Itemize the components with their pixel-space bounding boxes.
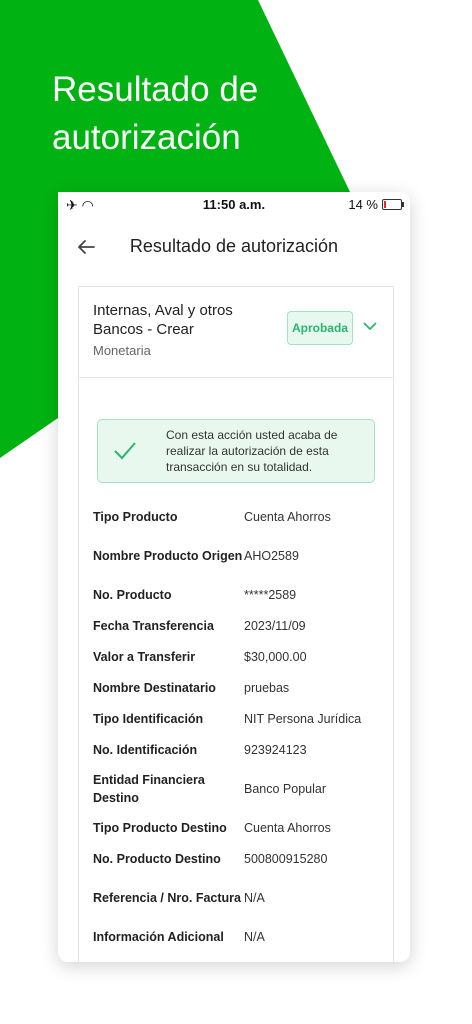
page-title: Resultado de autorización <box>129 236 339 256</box>
detail-label: Valor a Transferir <box>93 649 196 664</box>
detail-row: Referencia / Nro. Factura N/A <box>93 874 389 921</box>
phone-screen: ✈ ︎◠ 11:50 a.m. 14 % Resultado de autori… <box>58 192 410 962</box>
status-bar: ✈ ︎◠ 11:50 a.m. 14 % <box>58 192 410 218</box>
detail-value: Banco Popular <box>244 781 327 796</box>
alert-message: Con esta acción usted acaba de realizar … <box>166 428 338 474</box>
battery-icon <box>382 199 404 210</box>
detail-label: Nombre Destinatario <box>93 680 216 695</box>
success-alert: Con esta acción usted acaba de realizar … <box>97 419 375 483</box>
detail-value: Cuenta Ahorros <box>244 509 331 524</box>
battery-percent: 14 % <box>348 197 378 212</box>
detail-label: No. Producto <box>93 587 172 602</box>
detail-label: Tipo Identificación <box>93 711 204 726</box>
detail-label: Nombre Producto Origen <box>93 548 243 563</box>
detail-row: Fecha Transferencia 2023/11/09 <box>93 610 389 641</box>
battery-status: 14 % <box>348 197 404 212</box>
detail-label: No. Identificación <box>93 742 198 757</box>
detail-value: 500800915280 <box>244 851 328 866</box>
detail-value: 2023/11/09 <box>244 618 306 633</box>
detail-value: Cuenta Ahorros <box>244 820 331 835</box>
detail-row: Tipo Producto Cuenta Ahorros <box>93 501 389 532</box>
detail-row: Tipo Producto Destino Cuenta Ahorros <box>93 812 389 843</box>
detail-label: Entidad Financiera Destino <box>93 772 205 805</box>
detail-label: Referencia / Nro. Factura <box>93 890 241 905</box>
detail-row: No. Producto Destino 500800915280 <box>93 843 389 874</box>
chevron-down-icon[interactable] <box>361 317 379 335</box>
detail-row: Tipo Identificación NIT Persona Jurídica <box>93 703 389 734</box>
detail-value: N/A <box>244 929 265 944</box>
detail-value: pruebas <box>244 680 290 695</box>
detail-row: Nombre Destinatario pruebas <box>93 672 389 703</box>
status-badge: Aprobada <box>287 311 353 345</box>
detail-value: *****2589 <box>244 587 297 602</box>
detail-row: Nombre Producto Origen AHO2589 <box>93 532 389 579</box>
detail-row: No. Producto *****2589 <box>93 579 389 610</box>
detail-value: 923924123 <box>244 742 307 757</box>
detail-label: Tipo Producto Destino <box>93 820 227 835</box>
detail-label: No. Producto Destino <box>93 851 221 866</box>
top-bar: Resultado de autorización <box>58 232 410 262</box>
detail-value: NIT Persona Jurídica <box>244 711 362 726</box>
detail-label: Tipo Producto <box>93 509 178 524</box>
detail-value: AHO2589 <box>244 548 299 563</box>
battery-fill <box>384 201 386 208</box>
detail-label: Fecha Transferencia <box>93 618 214 633</box>
detail-value: N/A <box>244 890 265 905</box>
transaction-title: Internas, Aval y otros Bancos - Crear <box>93 302 233 338</box>
detail-row: No. Identificación 923924123 <box>93 734 389 765</box>
detail-row: Entidad Financiera Destino Banco Popular <box>93 765 389 812</box>
detail-value: $30,000.00 <box>244 649 307 664</box>
hero-title: Resultado de autorización <box>52 70 259 157</box>
transaction-type: Monetaria <box>93 343 151 358</box>
detail-label: Información Adicional <box>93 929 224 944</box>
details-list: Tipo Producto Cuenta Ahorros Nombre Produ… <box>93 501 389 952</box>
detail-row: Información Adicional N/A <box>93 921 389 952</box>
check-icon <box>114 442 136 460</box>
transaction-summary[interactable]: Internas, Aval y otros Bancos - Crear Mo… <box>79 287 393 378</box>
authorization-card: Internas, Aval y otros Bancos - Crear Mo… <box>78 286 394 962</box>
detail-row: Valor a Transferir $30,000.00 <box>93 641 389 672</box>
